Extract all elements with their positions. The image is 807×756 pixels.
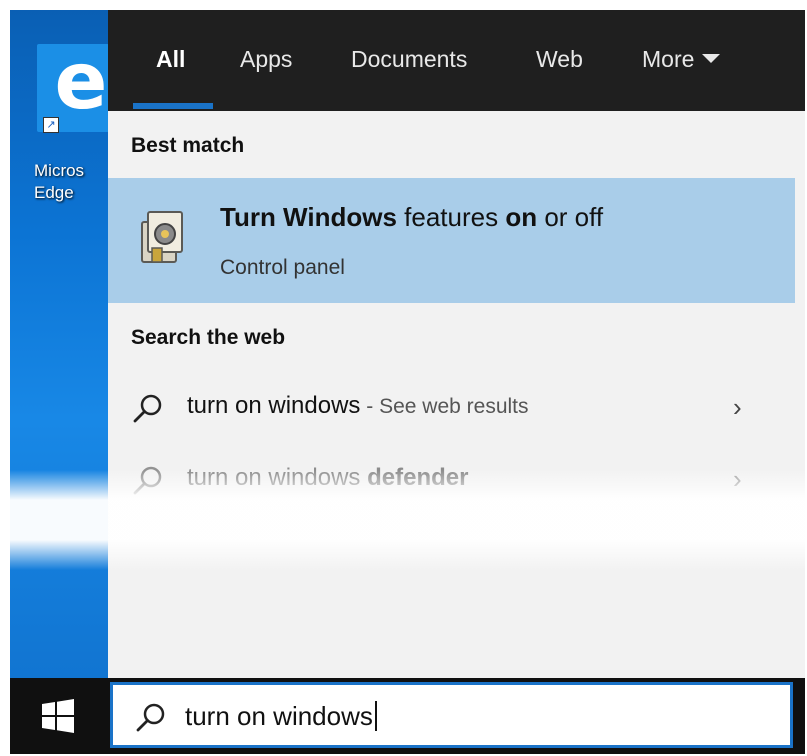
shortcut-arrow-icon: ↗ <box>43 117 59 133</box>
best-match-title: Turn Windows features on or off <box>220 202 604 232</box>
text-cursor <box>374 701 377 731</box>
search-icon <box>133 466 162 495</box>
taskbar: turn on windows <box>10 678 805 754</box>
tab-apps[interactable]: Apps <box>240 46 292 73</box>
tab-web[interactable]: Web <box>536 46 583 73</box>
screen: e ↗ Micros Edge All Apps Documents Web M… <box>10 10 805 754</box>
web-result-row-2[interactable]: turn on windows defender › <box>108 450 795 508</box>
taskbar-search-box[interactable]: turn on windows <box>110 682 793 748</box>
tab-more[interactable]: More <box>642 46 721 73</box>
tab-more-label: More <box>642 46 695 72</box>
best-match-subtitle: Control panel <box>220 256 345 279</box>
web-result-text: turn on windows - See web results <box>187 392 529 419</box>
search-web-heading: Search the web <box>131 326 286 349</box>
best-match-result[interactable]: Turn Windows features on or off Control … <box>108 178 795 303</box>
search-tabs: All Apps Documents Web More <box>108 10 805 111</box>
chevron-right-icon[interactable]: › <box>733 392 742 423</box>
tab-documents[interactable]: Documents <box>351 46 467 73</box>
web-result-text-2: turn on windows defender <box>187 464 469 491</box>
best-match-heading: Best match <box>131 134 245 157</box>
search-input[interactable]: turn on windows <box>185 695 775 737</box>
web-result-row[interactable]: turn on windows - See web results › <box>108 378 795 436</box>
windows-features-icon <box>141 211 183 263</box>
windows-logo-icon[interactable] <box>40 698 76 734</box>
edge-icon: e ↗ <box>37 43 109 133</box>
search-flyout: All Apps Documents Web More Best match T… <box>108 10 805 678</box>
caret-down-icon <box>702 54 721 64</box>
active-tab-indicator <box>133 103 213 109</box>
search-icon <box>136 703 165 732</box>
search-icon <box>133 394 162 423</box>
tab-all[interactable]: All <box>156 46 185 73</box>
chevron-right-icon[interactable]: › <box>733 464 742 495</box>
